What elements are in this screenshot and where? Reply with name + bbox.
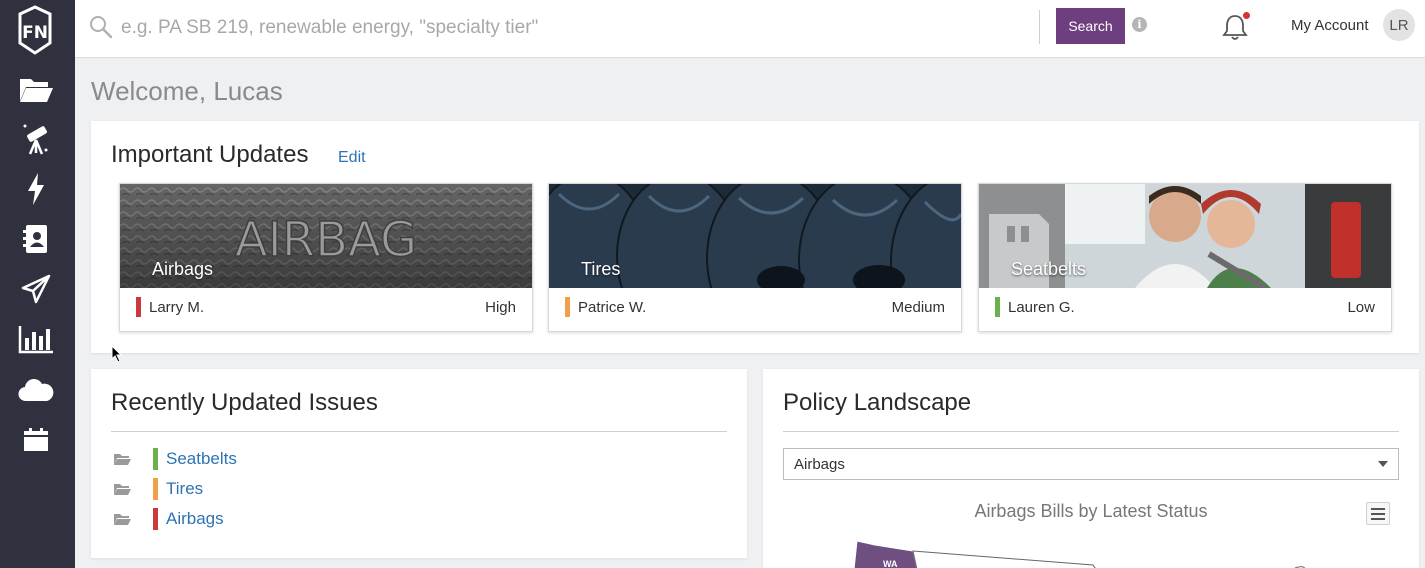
map-state-label: WA <box>883 559 898 568</box>
info-icon[interactable]: i <box>1132 17 1147 32</box>
card-topic: Tires <box>581 259 621 279</box>
update-card-tires[interactable]: Tires Patrice W. Medium <box>548 183 962 332</box>
card-priority: High <box>485 299 516 316</box>
fn-logo[interactable]: FN <box>17 5 53 55</box>
issue-color-bar <box>153 478 158 500</box>
priority-bar-low <box>995 297 1000 317</box>
recent-issues-title: Recently Updated Issues <box>111 389 378 416</box>
welcome-heading: Welcome, Lucas <box>91 76 283 106</box>
issue-select-value: Airbags <box>794 456 845 473</box>
important-updates-title: Important Updates <box>111 141 309 168</box>
map-state-outline <box>912 550 1096 568</box>
top-bar: Search i My Account LR <box>75 0 1425 58</box>
cloud-icon[interactable] <box>17 372 55 406</box>
chart-title: Airbags Bills by Latest Status <box>974 501 1208 521</box>
issue-link[interactable]: Airbags <box>166 509 224 529</box>
search-icon <box>89 15 113 39</box>
card-priority: Medium <box>891 299 945 316</box>
lightning-icon[interactable] <box>17 172 55 206</box>
folder-open-icon <box>113 482 131 501</box>
telescope-icon[interactable] <box>17 122 55 156</box>
folder-open-icon <box>113 512 131 531</box>
issue-row-seatbelts[interactable]: Seatbelts <box>113 448 413 472</box>
card-footer: Lauren G. Low <box>979 288 1391 332</box>
search-button[interactable]: Search <box>1056 8 1125 44</box>
important-updates-panel: Important Updates Edit AIRBAG Airbags La… <box>91 121 1419 353</box>
notification-dot <box>1243 12 1250 19</box>
airbag-embossed-text: AIRBAG <box>235 212 417 268</box>
card-topic: Seatbelts <box>1011 259 1087 279</box>
priority-bar-high <box>136 297 141 317</box>
card-owner: Larry M. <box>149 299 205 316</box>
card-topic: Airbags <box>152 259 214 279</box>
policy-landscape-title: Policy Landscape <box>783 389 972 416</box>
issue-color-bar <box>153 448 158 470</box>
contact-book-icon[interactable] <box>17 222 55 256</box>
mouse-cursor-icon <box>111 344 123 368</box>
calendar-icon[interactable] <box>17 422 55 456</box>
card-footer: Patrice W. Medium <box>549 288 961 332</box>
divider <box>783 431 1399 432</box>
chevron-down-icon <box>1378 461 1388 467</box>
chart-menu-icon[interactable] <box>1366 502 1390 525</box>
sidebar: FN <box>0 0 75 568</box>
card-owner: Patrice W. <box>578 299 647 316</box>
my-account-link[interactable]: My Account <box>1291 17 1369 34</box>
issue-select[interactable]: Airbags <box>783 448 1399 480</box>
issue-row-tires[interactable]: Tires <box>113 478 413 502</box>
app-root: FN Search <box>0 0 1425 568</box>
issue-link[interactable]: Seatbelts <box>166 449 237 469</box>
recent-issues-panel: Recently Updated Issues Seatbelts Tires … <box>91 369 747 558</box>
card-footer: Larry M. High <box>120 288 532 332</box>
paper-plane-icon[interactable] <box>17 272 55 306</box>
folder-open-icon <box>113 452 131 471</box>
divider <box>111 431 727 432</box>
card-priority: Low <box>1347 299 1375 316</box>
bar-chart-icon[interactable] <box>17 322 55 356</box>
folder-open-icon[interactable] <box>17 72 55 106</box>
issue-color-bar <box>153 508 158 530</box>
policy-landscape-panel: Policy Landscape Airbags Airbags Bills b… <box>763 369 1419 568</box>
card-owner: Lauren G. <box>1008 299 1075 316</box>
edit-updates-link[interactable]: Edit <box>338 149 366 167</box>
search-divider <box>1039 10 1040 44</box>
search-input[interactable] <box>121 11 1021 45</box>
priority-bar-medium <box>565 297 570 317</box>
issue-link[interactable]: Tires <box>166 479 203 499</box>
update-card-seatbelts[interactable]: Seatbelts Lauren G. Low <box>978 183 1392 332</box>
us-map[interactable]: WA <box>853 537 1413 568</box>
update-card-airbags[interactable]: AIRBAG Airbags Larry M. High <box>119 183 533 332</box>
issue-row-airbags[interactable]: Airbags <box>113 508 413 532</box>
avatar[interactable]: LR <box>1383 9 1415 41</box>
logo-text: FN <box>22 23 48 43</box>
